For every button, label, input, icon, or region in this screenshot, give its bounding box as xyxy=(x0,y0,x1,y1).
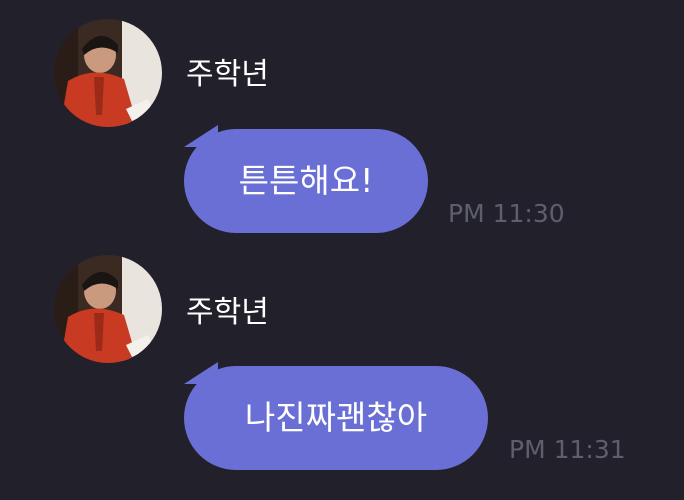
message-timestamp: PM 11:31 xyxy=(509,435,626,464)
sender-avatar[interactable] xyxy=(54,19,162,127)
message-timestamp: PM 11:30 xyxy=(448,199,565,228)
sender-avatar[interactable] xyxy=(54,255,162,363)
profile-photo-icon xyxy=(54,19,162,127)
profile-photo-icon xyxy=(54,255,162,363)
message-bubble[interactable]: 나진짜괜찮아 xyxy=(184,366,488,470)
message-bubble[interactable]: 튼튼해요! xyxy=(184,129,428,233)
sender-name: 주학년 xyxy=(186,57,269,92)
sender-name: 주학년 xyxy=(186,295,269,330)
